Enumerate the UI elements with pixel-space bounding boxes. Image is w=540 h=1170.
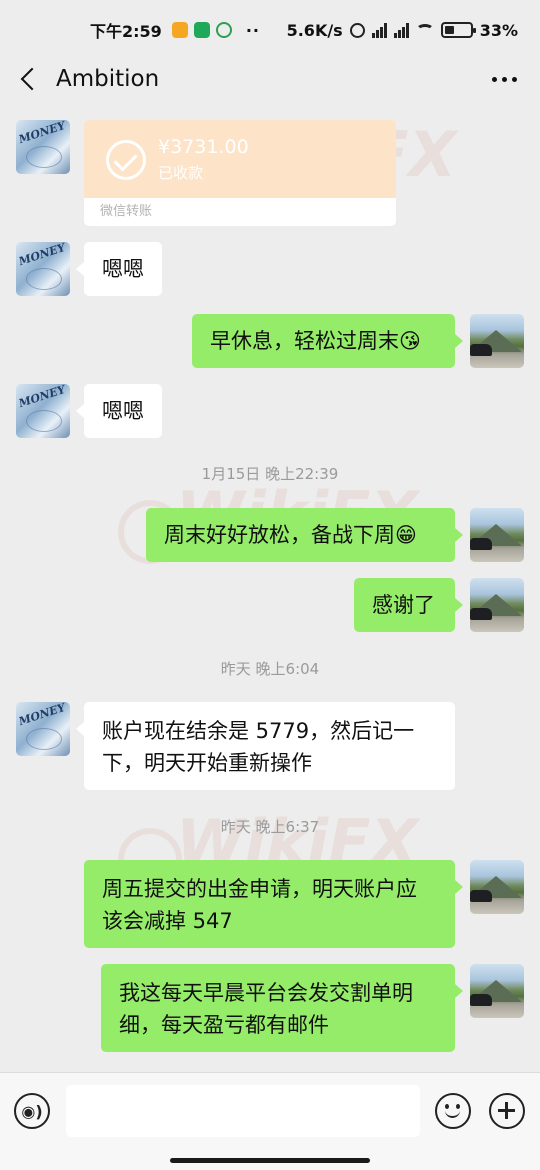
more-actions-button[interactable]: [489, 1093, 525, 1129]
chevron-left-icon: [20, 67, 44, 91]
outgoing-message[interactable]: 早休息，轻松过周末 😘: [192, 314, 463, 368]
alarm-icon: [349, 22, 365, 38]
more-options-button[interactable]: [468, 52, 540, 106]
contact-avatar[interactable]: MONEY: [16, 120, 70, 174]
status-time: 下午2:59: [90, 22, 162, 41]
transfer-card-body: ¥3731.00 已收款: [84, 120, 396, 198]
outgoing-message[interactable]: 感谢了: [354, 578, 463, 632]
timestamp: 昨天 晚上6:04: [220, 660, 320, 678]
notes-app-icon: [171, 22, 188, 38]
contact-avatar[interactable]: MONEY: [16, 242, 70, 296]
signal-icon: [371, 22, 387, 38]
transfer-card[interactable]: ¥3731.00 已收款 微信转账: [84, 120, 396, 226]
timestamp: 昨天 晚上6:37: [220, 818, 320, 836]
outgoing-message[interactable]: 周末好好放松，备战下周 😁: [146, 508, 463, 562]
my-avatar[interactable]: [470, 860, 524, 914]
my-avatar[interactable]: [470, 508, 524, 562]
message-text: 周末好好放松，备战下周: [164, 523, 395, 547]
contact-avatar[interactable]: MONEY: [16, 702, 70, 756]
my-avatar[interactable]: [470, 314, 524, 368]
message-text-line: 该会减掉 547: [102, 909, 233, 933]
signal-2-icon: [393, 22, 409, 38]
timestamp: 1月15日 晚上22:39: [201, 465, 339, 483]
message-text: 嗯嗯: [102, 399, 144, 423]
status-right: 5.6K/s 33%: [287, 21, 518, 40]
shield-app-icon: [193, 22, 210, 38]
battery-level: 33%: [479, 20, 518, 40]
chat-header: Ambition: [0, 52, 540, 106]
message-input[interactable]: [66, 1085, 420, 1137]
message-text: 感谢了: [372, 593, 435, 617]
incoming-message[interactable]: 嗯嗯: [76, 242, 162, 296]
incoming-message[interactable]: 账户现在结余是 5779，然后记一 下，明天开始重新操作: [76, 702, 455, 790]
more-notifications-icon: ··: [245, 20, 260, 40]
my-avatar[interactable]: [470, 964, 524, 1018]
message-text-line: 账户现在结余是 5779，然后记一: [102, 719, 415, 743]
incoming-message[interactable]: 嗯嗯: [76, 384, 162, 438]
voice-input-button[interactable]: ◉): [14, 1093, 50, 1129]
check-circle-icon: [106, 140, 146, 180]
home-indicator[interactable]: [170, 1158, 370, 1163]
transfer-footer: 微信转账: [100, 204, 153, 219]
outgoing-message[interactable]: 周五提交的出金申请，明天账户应 该会减掉 547: [84, 860, 463, 948]
message-text: 嗯嗯: [102, 257, 144, 281]
input-bar: ◉): [0, 1072, 540, 1170]
message-text-line: 我这每天早晨平台会发交割单明: [119, 981, 413, 1005]
message-text-line: 下，明天开始重新操作: [102, 751, 312, 775]
message-text-line: 细，每天盈亏都有邮件: [119, 1013, 329, 1037]
grin-emoji-icon: 😁: [395, 523, 417, 547]
status-bar: 下午2:59 ·· 5.6K/s 33%: [0, 0, 540, 60]
transfer-amount: ¥3731.00: [158, 136, 249, 158]
network-speed: 5.6K/s: [286, 20, 343, 40]
transfer-status: 已收款: [158, 164, 204, 182]
my-avatar[interactable]: [470, 578, 524, 632]
outgoing-message[interactable]: 我这每天早晨平台会发交割单明 细，每天盈亏都有邮件: [101, 964, 463, 1052]
battery-icon: [440, 22, 476, 38]
contact-avatar[interactable]: MONEY: [16, 384, 70, 438]
chat-title: Ambition: [56, 66, 160, 92]
wechat-app-icon: [215, 22, 232, 38]
kiss-emoji-icon: 😘: [399, 329, 421, 353]
message-text-line: 周五提交的出金申请，明天账户应: [102, 877, 417, 901]
wifi-icon: [415, 24, 434, 36]
emoji-button[interactable]: [435, 1093, 471, 1129]
back-button[interactable]: [0, 52, 56, 106]
message-text: 早休息，轻松过周末: [210, 329, 399, 353]
